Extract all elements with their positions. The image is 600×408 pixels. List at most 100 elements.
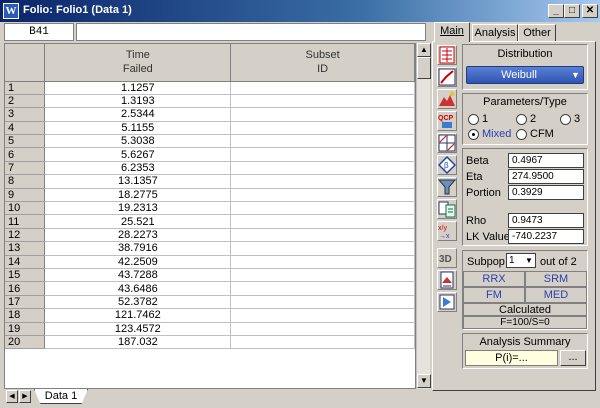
rho-field[interactable]: 0.9473	[508, 213, 584, 228]
cell-time-failed[interactable]: 43.6486	[44, 281, 232, 296]
row-number[interactable]: 3	[5, 107, 46, 122]
cell-subset-id[interactable]	[230, 121, 415, 136]
folio-icon[interactable]	[437, 45, 457, 65]
tab-other[interactable]: Other	[518, 24, 556, 42]
mountain-icon[interactable]	[437, 89, 457, 109]
batch-plot-icon[interactable]	[437, 133, 457, 153]
formula-input[interactable]	[76, 23, 426, 41]
cell-time-failed[interactable]: 1.3193	[44, 94, 232, 109]
row-number[interactable]: 12	[5, 228, 46, 243]
cell-time-failed[interactable]: 18.2775	[44, 188, 232, 203]
column-header-subset-id[interactable]: Subset ID	[230, 44, 415, 82]
radio-3[interactable]	[560, 114, 571, 125]
parameter-tool-icon[interactable]: β	[437, 155, 457, 175]
analysis-summary-more-button[interactable]: ...	[560, 350, 586, 366]
maximize-icon[interactable]: □	[564, 4, 580, 18]
minimize-icon[interactable]: _	[548, 4, 564, 18]
corner-cell[interactable]	[5, 44, 46, 82]
scroll-down-icon[interactable]: ▼	[417, 374, 431, 388]
row-number[interactable]: 16	[5, 281, 46, 296]
cell-subset-id[interactable]	[230, 81, 415, 95]
prev-sheet-icon[interactable]: ◀	[6, 390, 18, 403]
cell-time-failed[interactable]: 5.3038	[44, 134, 232, 149]
close-icon[interactable]: ✕	[582, 4, 598, 18]
tab-analysis[interactable]: Analysis	[472, 24, 518, 42]
cell-subset-id[interactable]	[230, 214, 415, 229]
row-number[interactable]: 19	[5, 322, 46, 336]
cell-time-failed[interactable]: 2.5344	[44, 107, 232, 122]
row-number[interactable]: 13	[5, 241, 46, 256]
row-number[interactable]: 5	[5, 134, 46, 149]
publish-icon[interactable]	[437, 292, 457, 312]
3d-plot-icon[interactable]: 3D	[437, 248, 457, 268]
cell-subset-id[interactable]	[230, 241, 415, 256]
cell-time-failed[interactable]: 13.1357	[44, 174, 232, 189]
cell-time-failed[interactable]: 5.6267	[44, 147, 232, 162]
cell-reference-box[interactable]: B41	[4, 23, 74, 41]
cell-time-failed[interactable]: 52.3782	[44, 295, 232, 310]
cell-subset-id[interactable]	[230, 322, 415, 336]
cell-time-failed[interactable]: 43.7288	[44, 268, 232, 283]
cell-subset-id[interactable]	[230, 174, 415, 189]
column-header-time-failed[interactable]: Time Failed	[44, 44, 232, 82]
cell-time-failed[interactable]: 1.1257	[44, 81, 232, 95]
cell-time-failed[interactable]: 25.521	[44, 214, 232, 229]
distribution-select[interactable]: Weibull ▼	[466, 66, 584, 84]
cell-subset-id[interactable]	[230, 188, 415, 203]
portion-field[interactable]: 0.3929	[508, 185, 584, 200]
cell-time-failed[interactable]: 38.7916	[44, 241, 232, 256]
cell-subset-id[interactable]	[230, 308, 415, 323]
scroll-up-icon[interactable]: ▲	[417, 43, 431, 57]
cell-time-failed[interactable]: 28.2273	[44, 228, 232, 243]
row-number[interactable]: 15	[5, 268, 46, 283]
row-number[interactable]: 4	[5, 121, 46, 136]
next-sheet-icon[interactable]: ▶	[19, 390, 31, 403]
report-icon[interactable]	[437, 270, 457, 290]
row-number[interactable]: 9	[5, 188, 46, 203]
row-number[interactable]: 14	[5, 255, 46, 269]
row-number[interactable]: 10	[5, 201, 46, 216]
cell-subset-id[interactable]	[230, 107, 415, 122]
cell-subset-id[interactable]	[230, 295, 415, 310]
row-number[interactable]: 7	[5, 161, 46, 176]
cell-subset-id[interactable]	[230, 201, 415, 216]
rrx-button[interactable]: RRX	[463, 271, 525, 287]
radio-1[interactable]	[468, 114, 479, 125]
qcp-icon[interactable]: QCP	[437, 111, 457, 131]
cell-subset-id[interactable]	[230, 268, 415, 283]
vertical-scrollbar[interactable]: ▲ ▼	[416, 43, 431, 389]
cell-time-failed[interactable]: 42.2509	[44, 255, 232, 269]
cell-subset-id[interactable]	[230, 255, 415, 269]
row-number[interactable]: 6	[5, 147, 46, 162]
cell-time-failed[interactable]: 19.2313	[44, 201, 232, 216]
beta-field[interactable]: 0.4967	[508, 153, 584, 168]
radio-2[interactable]	[516, 114, 527, 125]
row-number[interactable]: 18	[5, 308, 46, 323]
plot-icon[interactable]	[437, 67, 457, 87]
row-number[interactable]: 8	[5, 174, 46, 189]
filter-icon[interactable]	[437, 177, 457, 197]
cell-time-failed[interactable]: 121.7462	[44, 308, 232, 323]
cell-subset-id[interactable]	[230, 94, 415, 109]
cell-subset-id[interactable]	[230, 134, 415, 149]
cell-subset-id[interactable]	[230, 161, 415, 176]
cell-subset-id[interactable]	[230, 147, 415, 162]
cell-subset-id[interactable]	[230, 335, 415, 350]
radio-cfm[interactable]	[516, 129, 527, 140]
cell-time-failed[interactable]: 5.1155	[44, 121, 232, 136]
radio-mixed[interactable]	[468, 129, 479, 140]
srm-button[interactable]: SRM	[525, 271, 587, 287]
transform-icon[interactable]: x/y →x	[437, 221, 457, 241]
med-button[interactable]: MED	[525, 287, 587, 303]
row-number[interactable]: 2	[5, 94, 46, 109]
row-number[interactable]: 1	[5, 81, 46, 95]
sheet-tab-data-1[interactable]: Data 1	[34, 389, 88, 404]
cell-time-failed[interactable]: 187.032	[44, 335, 232, 350]
cell-time-failed[interactable]: 123.4572	[44, 322, 232, 336]
lk-value-field[interactable]: -740.2237	[508, 229, 584, 244]
row-number[interactable]: 11	[5, 214, 46, 229]
row-number[interactable]: 20	[5, 335, 46, 350]
cell-time-failed[interactable]: 6.2353	[44, 161, 232, 176]
fm-button[interactable]: FM	[463, 287, 525, 303]
cell-subset-id[interactable]	[230, 281, 415, 296]
